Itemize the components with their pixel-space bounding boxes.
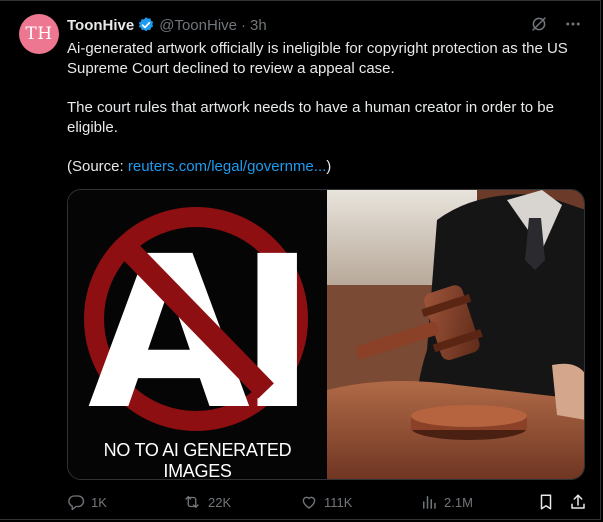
reply-count: 1K [91,494,107,510]
header-separator: · [241,16,246,34]
more-options-icon[interactable] [564,15,582,38]
judge-gavel-photo [327,190,584,479]
tweet-source-line: (Source: reuters.com/legal/governme...) [67,157,587,177]
source-link[interactable]: reuters.com/legal/governme... [128,158,326,175]
tweet-text: Ai-generated artwork officially is ineli… [67,39,587,196]
source-prefix: (Source: [67,158,128,175]
share-icon [569,493,587,511]
tweet-actions: 1K 22K 111K 2.1M [67,491,587,513]
retweet-count: 22K [208,494,232,510]
avatar-initials: TH [25,24,53,44]
no-ai-prohibition-graphic: AI [84,207,316,456]
source-suffix: ) [326,158,332,175]
views-button[interactable]: 2.1M [420,493,473,511]
retweet-icon [182,493,202,511]
media-image-no-ai[interactable]: AI NO TO AI GENERATED IMAGES [68,190,327,479]
tweet-paragraph-2: The court rules that artwork needs to ha… [67,99,554,136]
bookmark-button[interactable] [537,493,555,511]
like-button[interactable]: 111K [300,493,352,511]
media-caption: NO TO AI GENERATED IMAGES [103,440,292,480]
top-actions [530,15,582,38]
share-button[interactable] [569,493,587,511]
views-count: 2.1M [444,494,473,510]
reply-button[interactable]: 1K [67,493,107,511]
bookmark-icon [537,493,555,511]
author-name[interactable]: ToonHive [67,17,134,34]
views-chart-icon [420,493,438,511]
retweet-button[interactable]: 22K [182,493,231,511]
grok-icon[interactable] [530,15,548,38]
tweet-paragraph-1: Ai-generated artwork officially is ineli… [67,40,568,77]
like-count: 111K [324,494,353,510]
reply-icon [67,493,85,511]
verified-badge-icon [137,16,155,34]
avatar[interactable]: TH [19,14,59,54]
heart-icon [300,493,318,511]
tweet-media[interactable]: AI NO TO AI GENERATED IMAGES [67,189,585,480]
tweet-timestamp[interactable]: 3h [250,17,267,34]
tweet-card: TH ToonHive @ToonHive · 3h Ai-generated … [0,0,601,520]
author-handle[interactable]: @ToonHive [159,17,237,34]
tweet-header: ToonHive @ToonHive · 3h [67,15,267,35]
media-image-gavel[interactable] [327,190,584,479]
